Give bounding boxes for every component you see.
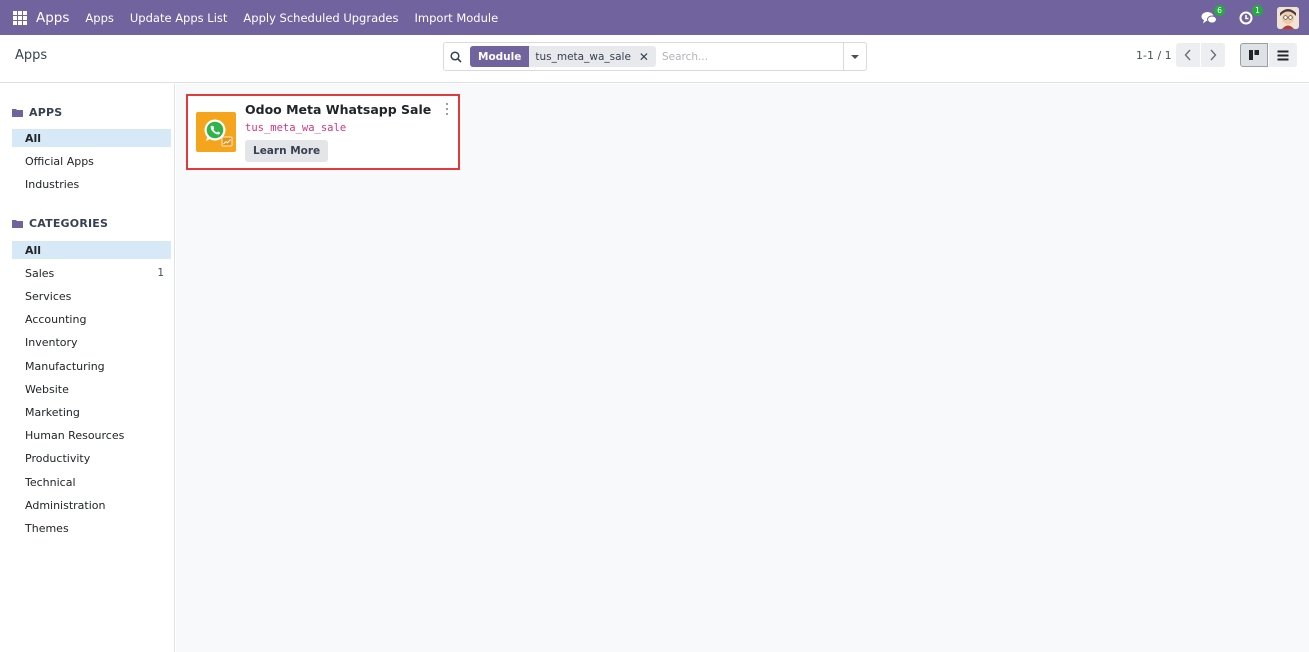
sidebar-item-label: Themes [25, 521, 69, 535]
sidebar-item-productivity[interactable]: Productivity [12, 449, 171, 467]
nav-menu: Apps Update Apps List Apply Scheduled Up… [85, 11, 514, 25]
sidebar-item-sales[interactable]: Sales 1 [12, 264, 171, 282]
control-panel: Apps Module tus_meta_wa_sale ✕ 1-1 / 1 [0, 35, 1309, 83]
sidebar-item-label: Website [25, 382, 69, 396]
sidebar-item-website[interactable]: Website [12, 380, 171, 398]
sidebar-item-label: Marketing [25, 405, 80, 419]
list-view-button[interactable] [1269, 43, 1297, 67]
nav-item-import-module[interactable]: Import Module [415, 11, 499, 25]
kanban-view: Odoo Meta Whatsapp Sale tus_meta_wa_sale… [176, 84, 1309, 652]
facet-label: Module [470, 46, 530, 67]
list-icon [1277, 50, 1289, 60]
sidebar-item-label: All [25, 131, 42, 145]
chevron-right-icon [1210, 49, 1217, 61]
kanban-icon [1249, 50, 1259, 60]
whatsapp-sale-icon [196, 112, 236, 152]
sidebar-item-industries[interactable]: Industries [12, 175, 171, 193]
folder-icon [12, 109, 23, 117]
categories-section-title: CATEGORIES [12, 217, 108, 230]
app-technical-name: tus_meta_wa_sale [245, 122, 347, 134]
facet-remove-icon[interactable]: ✕ [637, 46, 656, 67]
activities-clock-icon[interactable]: 1 [1239, 4, 1263, 25]
search-options-toggle[interactable] [843, 43, 866, 70]
sidebar-item-label: Administration [25, 498, 106, 512]
sidebar-item-label: Accounting [25, 312, 87, 326]
chevron-left-icon [1184, 49, 1191, 61]
top-navbar: Apps Apps Update Apps List Apply Schedul… [0, 0, 1309, 35]
messages-icon[interactable]: 6 [1201, 4, 1225, 25]
apps-section-label: APPS [29, 106, 63, 119]
sidebar-item-label: Productivity [25, 451, 91, 465]
app-brand[interactable]: Apps [36, 10, 69, 26]
sidebar-item-label: Services [25, 289, 72, 303]
activities-badge: 1 [1252, 4, 1263, 16]
sidebar-item-themes[interactable]: Themes [12, 519, 171, 537]
search-bar[interactable]: Module tus_meta_wa_sale ✕ [443, 42, 867, 71]
messages-badge: 6 [1214, 4, 1225, 16]
categories-section-label: CATEGORIES [29, 217, 109, 230]
systray: 6 1 [1201, 0, 1299, 35]
nav-item-update-apps-list[interactable]: Update Apps List [130, 11, 228, 25]
caret-down-icon [851, 54, 859, 59]
sidebar-item-inventory[interactable]: Inventory [12, 333, 171, 351]
sidebar-item-label: Sales [25, 266, 55, 280]
sidebar-item-label: Industries [25, 177, 80, 191]
user-avatar[interactable] [1277, 6, 1299, 29]
app-menu-grid-icon[interactable] [13, 10, 27, 25]
sidebar-item-accounting[interactable]: Accounting [12, 310, 171, 328]
card-dropdown-menu-icon[interactable] [444, 103, 450, 115]
sidebar-item-label: Inventory [25, 335, 78, 349]
sidebar-item-manufacturing[interactable]: Manufacturing [12, 357, 171, 375]
sidebar-item-label: Manufacturing [25, 359, 105, 373]
kanban-view-button[interactable] [1240, 43, 1268, 67]
pager-value[interactable]: 1-1 / 1 [1136, 49, 1172, 62]
sidebar-item-services[interactable]: Services [12, 287, 171, 305]
category-count: 1 [157, 267, 164, 279]
facet-value: tus_meta_wa_sale [535, 50, 631, 63]
sidebar-item-label: Official Apps [25, 154, 94, 168]
pager-next-button[interactable] [1201, 43, 1225, 67]
sidebar-item-category-all[interactable]: All [12, 241, 171, 259]
search-icon[interactable] [444, 43, 468, 70]
sidebar-item-label: All [25, 243, 42, 257]
sidebar-item-label: Technical [25, 475, 76, 489]
nav-item-apply-scheduled-upgrades[interactable]: Apply Scheduled Upgrades [243, 11, 398, 25]
sidebar-item-administration[interactable]: Administration [12, 496, 171, 514]
learn-more-button[interactable]: Learn More [245, 140, 329, 162]
nav-item-apps[interactable]: Apps [85, 11, 113, 25]
sidebar-item-human-resources[interactable]: Human Resources [12, 426, 171, 444]
search-panel-sidebar: APPS All Official Apps Industries CATEGO… [0, 84, 175, 652]
search-input[interactable] [655, 44, 843, 69]
sidebar-item-marketing[interactable]: Marketing [12, 403, 171, 421]
breadcrumb: Apps [15, 48, 48, 63]
sidebar-item-label: Human Resources [25, 428, 125, 442]
sidebar-item-apps-all[interactable]: All [12, 129, 171, 147]
apps-section-title: APPS [12, 106, 62, 119]
sidebar-item-technical[interactable]: Technical [12, 473, 171, 491]
folder-icon [12, 220, 23, 228]
app-name[interactable]: Odoo Meta Whatsapp Sale [245, 102, 431, 117]
sidebar-item-official-apps[interactable]: Official Apps [12, 152, 171, 170]
search-facet: Module tus_meta_wa_sale ✕ [470, 46, 656, 67]
app-card[interactable]: Odoo Meta Whatsapp Sale tus_meta_wa_sale… [186, 94, 460, 170]
pager-previous-button[interactable] [1176, 43, 1200, 67]
